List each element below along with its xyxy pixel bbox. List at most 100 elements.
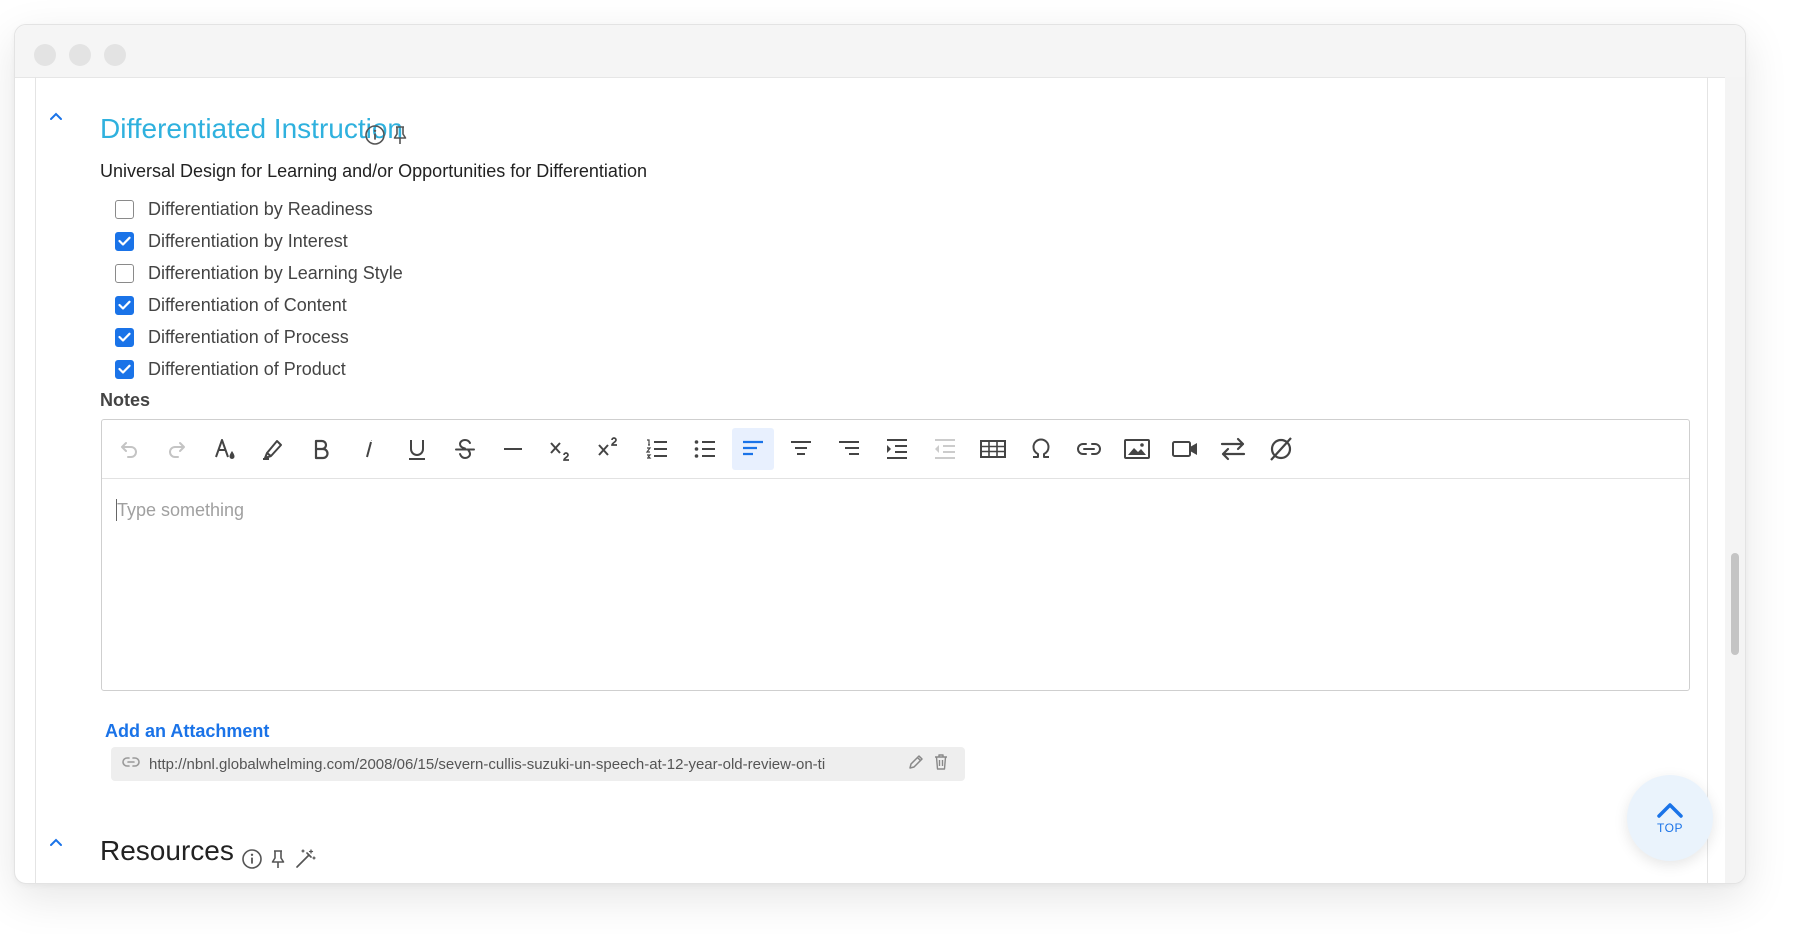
page-content: Differentiated Instruction Universal Des… [15,25,1715,883]
text-color-icon [215,439,235,459]
special-character-icon [1032,438,1050,458]
magic-wand-icon[interactable] [294,848,316,875]
align-center-button[interactable] [780,428,822,470]
chevron-up-icon [1657,803,1683,818]
notes-placeholder: Type something [117,500,245,520]
collapse-section-button[interactable] [49,111,65,123]
checkbox-row-learning-style[interactable]: Differentiation by Learning Style [115,257,403,289]
add-attachment-link[interactable]: Add an Attachment [105,721,269,742]
video-button[interactable] [1164,428,1206,470]
browser-window: Differentiated Instruction Universal Des… [14,24,1746,884]
video-icon [1172,441,1197,457]
image-button[interactable] [1116,428,1158,470]
highlight-button[interactable] [252,428,294,470]
swap-icon [1220,437,1246,461]
outdent-icon [935,439,955,459]
undo-button[interactable] [108,428,150,470]
checkmark-icon [118,332,131,342]
collapse-resources-button[interactable] [49,837,65,849]
delete-attachment-button[interactable] [933,753,949,776]
superscript-icon [598,437,617,456]
bold-icon [314,439,329,460]
checkbox-label: Differentiation of Content [148,294,347,315]
edit-attachment-button[interactable] [907,753,925,776]
checkbox-readiness[interactable] [115,199,134,219]
ordered-list-icon [645,439,667,459]
scroll-to-top-label: TOP [1657,821,1683,835]
scrollbar-thumb[interactable] [1731,553,1739,655]
indent-icon [887,439,907,459]
scroll-to-top-button[interactable]: TOP [1627,775,1713,861]
redo-button[interactable] [156,428,198,470]
image-icon [1124,439,1150,459]
undo-icon [121,442,137,458]
text-color-button[interactable] [204,428,246,470]
clear-format-button[interactable] [1260,428,1302,470]
checkbox-row-product[interactable]: Differentiation of Product [115,353,403,385]
checkbox-row-readiness[interactable]: Differentiation by Readiness [115,193,403,225]
info-icon[interactable] [241,848,263,875]
table-icon [980,440,1006,458]
bold-button[interactable] [300,428,342,470]
underline-button[interactable] [396,428,438,470]
bullet-list-button[interactable] [684,428,726,470]
checkbox-content[interactable] [115,295,134,315]
checkbox-product[interactable] [115,359,134,379]
outdent-button[interactable] [924,428,966,470]
bullet-list-icon [694,440,715,458]
table-button[interactable] [972,428,1014,470]
scrollbar-track[interactable] [1725,77,1745,883]
notes-label: Notes [100,390,151,410]
horizontal-rule-button[interactable] [492,428,534,470]
italic-button[interactable] [348,428,390,470]
chevron-up-icon [50,838,62,846]
align-right-icon [839,441,859,455]
checkbox-row-process[interactable]: Differentiation of Process [115,321,403,353]
horizontal-rule-icon [504,448,522,450]
checkmark-icon [118,300,131,310]
editor-toolbar [102,420,1689,479]
ordered-list-button[interactable] [636,428,678,470]
clear-format-icon [1270,437,1292,461]
pin-icon[interactable] [391,124,409,151]
checkbox-learning-style[interactable] [115,263,134,283]
highlight-icon [263,440,282,460]
info-icon[interactable] [364,124,386,151]
special-character-button[interactable] [1020,428,1062,470]
superscript-button[interactable] [588,428,630,470]
checkmark-icon [118,236,131,246]
attachment-url[interactable]: http://nbnl.globalwhelming.com/2008/06/1… [149,756,885,773]
differentiation-checkbox-list: Differentiation by Readiness Differentia… [115,193,403,385]
checkbox-label: Differentiation of Product [148,358,346,379]
underline-icon [409,440,425,460]
link-button[interactable] [1068,428,1110,470]
subscript-button[interactable] [540,428,582,470]
checkbox-label: Differentiation by Learning Style [148,262,403,283]
checkbox-process[interactable] [115,327,134,347]
align-left-button[interactable] [732,428,774,470]
checkbox-interest[interactable] [115,231,134,251]
checkmark-icon [118,364,131,374]
link-icon [121,755,141,774]
align-center-icon [791,441,811,455]
link-icon [1077,443,1101,455]
chevron-up-icon [50,112,62,120]
pin-icon[interactable] [269,848,287,875]
redo-icon [169,442,185,458]
strikethrough-button[interactable] [444,428,486,470]
subscript-icon [550,442,569,461]
pencil-icon [909,754,923,769]
checkbox-label: Differentiation by Interest [148,230,348,251]
checkbox-row-interest[interactable]: Differentiation by Interest [115,225,403,257]
notes-textarea[interactable]: Type something [102,478,1689,690]
swap-button[interactable] [1212,428,1254,470]
trash-icon [935,753,947,770]
resources-section-title: Resources [100,835,234,866]
checkbox-row-content[interactable]: Differentiation of Content [115,289,403,321]
indent-button[interactable] [876,428,918,470]
align-left-icon [743,440,763,456]
italic-icon [366,440,372,458]
align-right-button[interactable] [828,428,870,470]
attachment-item: http://nbnl.globalwhelming.com/2008/06/1… [111,747,965,781]
checkbox-label: Differentiation by Readiness [148,198,373,219]
